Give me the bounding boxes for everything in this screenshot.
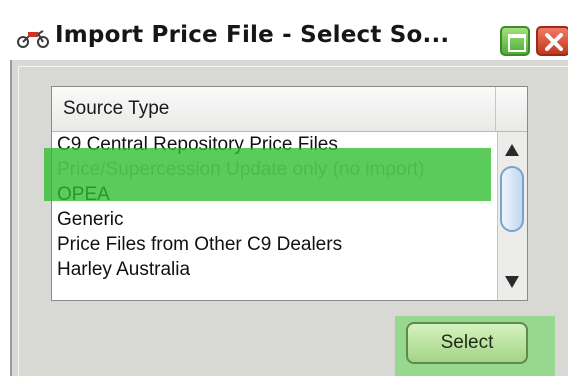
close-icon [545,33,563,51]
motorcycle-icon [17,30,49,48]
list-rows: C9 Central Repository Price Files Price/… [52,132,496,282]
scroll-down-arrow-icon[interactable] [504,275,520,289]
vertical-scrollbar[interactable] [497,132,527,300]
window-title: Import Price File - Select So... [55,22,450,48]
source-type-list[interactable]: Source Type C9 Central Repository Price … [51,86,528,301]
list-item[interactable]: Price Files from Other C9 Dealers [52,232,496,257]
column-header-spacer [496,87,527,131]
list-item[interactable]: C9 Central Repository Price Files [52,132,496,157]
list-header: Source Type [52,87,527,132]
scroll-up-arrow-icon[interactable] [504,143,520,157]
maximize-button[interactable] [500,26,530,56]
column-header-source-type[interactable]: Source Type [52,87,496,131]
import-price-file-window: Import Price File - Select So... Source … [0,0,568,377]
column-header-label: Source Type [63,98,170,119]
title-bar[interactable]: Import Price File - Select So... [0,0,568,60]
scroll-thumb[interactable] [500,166,524,232]
close-button[interactable] [536,26,568,56]
maximize-icon [508,34,526,52]
list-item[interactable]: Generic [52,207,496,232]
list-item[interactable]: Price/Supercession Update only (no impor… [52,157,496,182]
list-item[interactable]: OPEA [52,182,496,207]
list-item[interactable]: Harley Australia [52,257,496,282]
select-button[interactable]: Select [406,322,528,364]
